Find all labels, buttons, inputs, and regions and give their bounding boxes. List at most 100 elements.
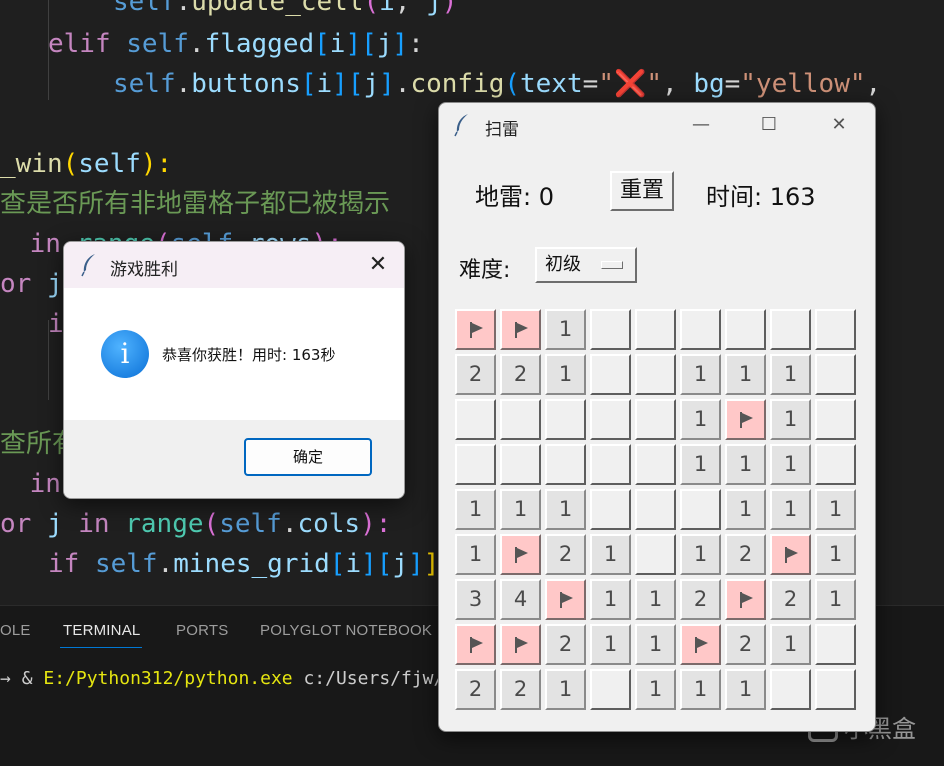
flagged-cell[interactable] xyxy=(680,624,721,665)
number-cell[interactable]: 1 xyxy=(635,624,676,665)
minesweeper-titlebar[interactable]: 扫雷 — ☐ ✕ xyxy=(439,103,875,147)
flagged-cell[interactable] xyxy=(500,624,541,665)
number-cell[interactable]: 2 xyxy=(725,624,766,665)
number-cell[interactable]: 1 xyxy=(815,489,856,530)
number-cell[interactable]: 1 xyxy=(725,354,766,395)
flagged-cell[interactable] xyxy=(500,309,541,350)
flagged-cell[interactable] xyxy=(455,309,496,350)
reset-button[interactable]: 重置 xyxy=(610,171,674,211)
maximize-button[interactable]: ☐ xyxy=(751,111,787,139)
number-cell[interactable]: 1 xyxy=(545,669,586,710)
minimize-button[interactable]: — xyxy=(683,111,719,139)
hidden-cell[interactable] xyxy=(680,309,721,350)
hidden-cell[interactable] xyxy=(815,354,856,395)
tab-terminal[interactable]: TERMINAL xyxy=(63,622,140,639)
hidden-cell[interactable] xyxy=(770,669,811,710)
tab-console[interactable]: OLE xyxy=(0,622,31,639)
hidden-cell[interactable] xyxy=(635,489,676,530)
hidden-cell[interactable] xyxy=(545,399,586,440)
number-cell[interactable]: 2 xyxy=(500,354,541,395)
number-cell[interactable]: 1 xyxy=(635,579,676,620)
hidden-cell[interactable] xyxy=(815,309,856,350)
number-cell[interactable]: 1 xyxy=(635,669,676,710)
hidden-cell[interactable] xyxy=(455,444,496,485)
number-cell[interactable]: 1 xyxy=(815,579,856,620)
number-cell[interactable]: 1 xyxy=(680,354,721,395)
number-cell[interactable]: 1 xyxy=(770,489,811,530)
hidden-cell[interactable] xyxy=(815,624,856,665)
flagged-cell[interactable] xyxy=(455,624,496,665)
number-cell[interactable]: 2 xyxy=(545,624,586,665)
number-cell[interactable]: 2 xyxy=(500,669,541,710)
hidden-cell[interactable] xyxy=(815,399,856,440)
close-button[interactable]: ✕ xyxy=(821,111,857,139)
flagged-cell[interactable] xyxy=(725,579,766,620)
flagged-cell[interactable] xyxy=(770,534,811,575)
number-cell[interactable]: 1 xyxy=(590,624,631,665)
number-cell[interactable]: 2 xyxy=(545,534,586,575)
hidden-cell[interactable] xyxy=(635,354,676,395)
hidden-cell[interactable] xyxy=(590,309,631,350)
number-cell[interactable]: 1 xyxy=(725,489,766,530)
hidden-cell[interactable] xyxy=(590,669,631,710)
dialog-close-button[interactable]: ✕ xyxy=(360,251,396,279)
hidden-cell[interactable] xyxy=(635,309,676,350)
ok-button[interactable]: 确定 xyxy=(244,438,372,476)
number-cell[interactable]: 1 xyxy=(725,669,766,710)
number-cell[interactable]: 1 xyxy=(770,354,811,395)
difficulty-menu[interactable]: 初级 xyxy=(535,247,637,283)
code-token: , xyxy=(394,0,427,17)
number-cell[interactable]: 1 xyxy=(770,399,811,440)
hidden-cell[interactable] xyxy=(500,399,541,440)
number-cell[interactable]: 1 xyxy=(545,309,586,350)
number-cell[interactable]: 1 xyxy=(770,624,811,665)
mine-grid: 1221111111111111111211213411221211212211… xyxy=(455,309,860,714)
flagged-cell[interactable] xyxy=(545,579,586,620)
hidden-cell[interactable] xyxy=(455,399,496,440)
hidden-cell[interactable] xyxy=(725,309,766,350)
number-cell[interactable]: 1 xyxy=(680,444,721,485)
hidden-cell[interactable] xyxy=(680,489,721,530)
tab-polyglot-notebook[interactable]: POLYGLOT NOTEBOOK xyxy=(260,622,432,639)
number-cell[interactable]: 2 xyxy=(725,534,766,575)
tab-ports[interactable]: PORTS xyxy=(176,622,228,639)
flagged-cell[interactable] xyxy=(725,399,766,440)
hidden-cell[interactable] xyxy=(590,354,631,395)
hidden-cell[interactable] xyxy=(545,444,586,485)
terminal-output[interactable]: → & E:/Python312/python.exe c:/Users/fjw… xyxy=(0,668,444,689)
number-cell[interactable]: 1 xyxy=(545,489,586,530)
number-cell[interactable]: 1 xyxy=(725,444,766,485)
hidden-cell[interactable] xyxy=(635,444,676,485)
number-cell[interactable]: 2 xyxy=(770,579,811,620)
number-cell[interactable]: 1 xyxy=(680,534,721,575)
hidden-cell[interactable] xyxy=(590,399,631,440)
number-cell[interactable]: 1 xyxy=(455,534,496,575)
dialog-titlebar[interactable]: 游戏胜利 ✕ xyxy=(64,242,404,288)
hidden-cell[interactable] xyxy=(500,444,541,485)
hidden-cell[interactable] xyxy=(590,444,631,485)
hidden-cell[interactable] xyxy=(635,534,676,575)
hidden-cell[interactable] xyxy=(590,489,631,530)
hidden-cell[interactable] xyxy=(815,444,856,485)
number-cell[interactable]: 1 xyxy=(590,534,631,575)
number-cell[interactable]: 1 xyxy=(590,579,631,620)
number-cell[interactable]: 3 xyxy=(455,579,496,620)
number-cell[interactable]: 1 xyxy=(455,489,496,530)
timer-display: 时间: 163 xyxy=(706,183,816,211)
number-cell[interactable]: 2 xyxy=(455,354,496,395)
number-cell[interactable]: 4 xyxy=(500,579,541,620)
hidden-cell[interactable] xyxy=(815,669,856,710)
code-token: ] xyxy=(392,29,409,59)
number-cell[interactable]: 2 xyxy=(680,579,721,620)
hidden-cell[interactable] xyxy=(635,399,676,440)
number-cell[interactable]: 1 xyxy=(680,669,721,710)
number-cell[interactable]: 1 xyxy=(770,444,811,485)
number-cell[interactable]: 2 xyxy=(455,669,496,710)
hidden-cell[interactable] xyxy=(770,309,811,350)
code-token: range xyxy=(125,509,204,539)
flagged-cell[interactable] xyxy=(500,534,541,575)
number-cell[interactable]: 1 xyxy=(545,354,586,395)
number-cell[interactable]: 1 xyxy=(680,399,721,440)
number-cell[interactable]: 1 xyxy=(500,489,541,530)
number-cell[interactable]: 1 xyxy=(815,534,856,575)
